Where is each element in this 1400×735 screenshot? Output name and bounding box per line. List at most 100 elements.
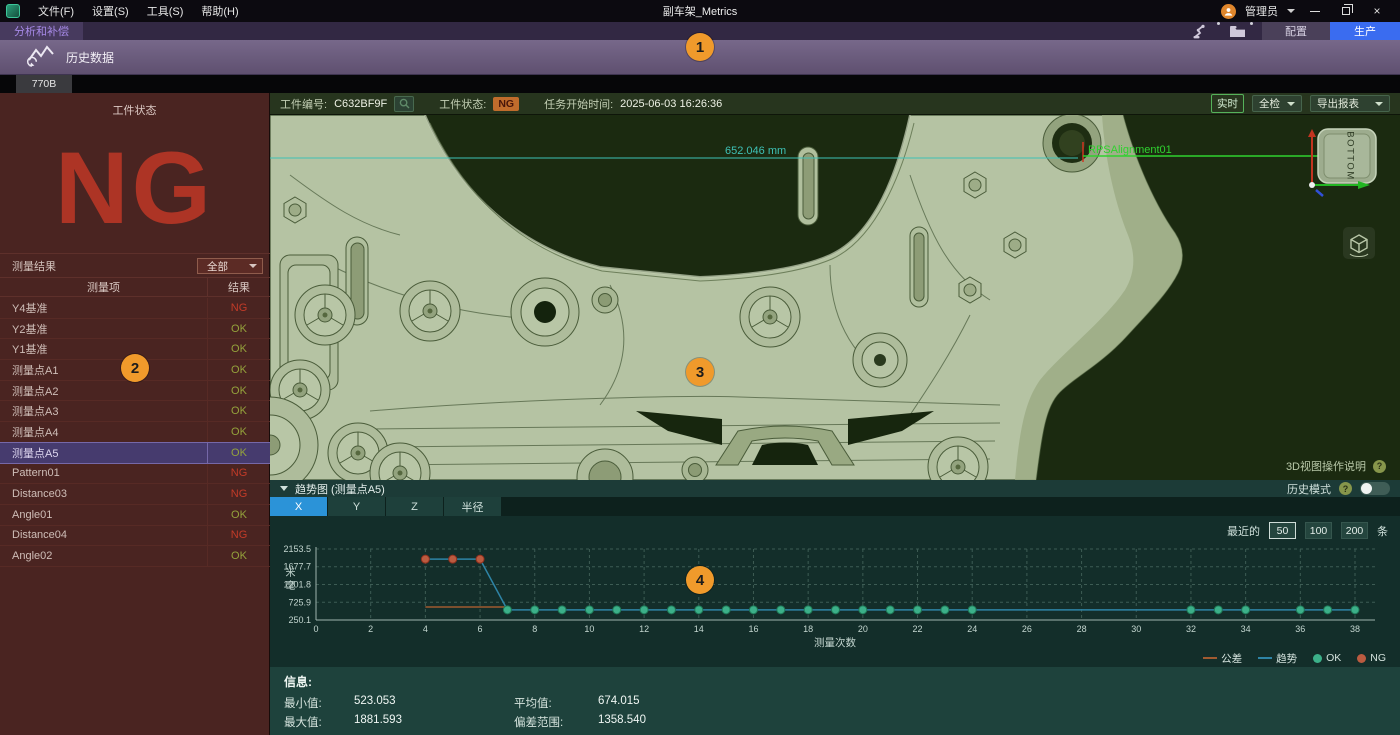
table-header: 测量项 结果 — [0, 277, 270, 297]
robot-arm-icon[interactable] — [1193, 22, 1213, 40]
recent-200-button[interactable]: 200 — [1341, 522, 1368, 539]
help-question-icon[interactable]: ? — [1373, 460, 1386, 473]
legend-item-NG[interactable]: NG — [1357, 652, 1386, 664]
realtime-button[interactable]: 实时 — [1211, 94, 1244, 113]
user-name[interactable]: 管理员 — [1245, 3, 1278, 19]
view-cube-button[interactable] — [1343, 227, 1375, 259]
chevron-down-icon — [1375, 102, 1383, 106]
3d-help-link[interactable]: 3D视图操作说明 — [1286, 458, 1366, 474]
part-tab-770b[interactable]: 770B — [16, 75, 72, 93]
chart-legend: 公差 趋势 OK NG — [270, 649, 1400, 667]
trend-header: 趋势图 (测量点A5) 历史模式 ? — [270, 480, 1400, 497]
svg-text:32: 32 — [1186, 624, 1196, 634]
export-report-dropdown[interactable]: 导出报表 — [1310, 95, 1390, 112]
collapse-icon[interactable] — [280, 486, 288, 491]
result-filter-dropdown[interactable]: 全部 — [197, 258, 263, 274]
svg-text:16: 16 — [748, 624, 758, 634]
user-avatar-icon[interactable] — [1221, 4, 1236, 19]
toggle-knob — [1361, 483, 1372, 494]
filter-bar: 测量结果 全部 — [0, 253, 270, 277]
legend-swatch — [1203, 657, 1217, 659]
table-row[interactable]: Y4基准NG — [0, 298, 270, 319]
inspection-mode-dropdown[interactable]: 全检 — [1252, 95, 1302, 112]
svg-text:2: 2 — [368, 624, 373, 634]
chevron-down-icon — [1287, 102, 1295, 106]
svg-text:28: 28 — [1077, 624, 1087, 634]
min-label: 最小值: — [284, 695, 354, 711]
legend-swatch — [1313, 654, 1322, 663]
table-row[interactable]: 测量点A5OK — [0, 442, 270, 464]
table-row[interactable]: 测量点A4OK — [0, 422, 270, 443]
column-result: 结果 — [208, 279, 270, 295]
measure-table-body: Y4基准NGY2基准OKY1基准OK测量点A1OK测量点A2OK测量点A3OK测… — [0, 298, 270, 567]
start-time-label: 任务开始时间: — [544, 96, 613, 112]
filter-value: 全部 — [207, 259, 228, 274]
menu-item[interactable]: 文件(F) — [29, 1, 83, 21]
trend-tab-半径[interactable]: 半径 — [444, 497, 501, 516]
callout-badge-2: 2 — [121, 354, 149, 382]
table-row[interactable]: Angle01OK — [0, 505, 270, 526]
svg-text:250.1: 250.1 — [288, 615, 311, 625]
svg-text:4: 4 — [423, 624, 428, 634]
banner-label: 历史数据 — [66, 49, 114, 66]
part-status-value: NG — [0, 124, 269, 252]
recent-100-button[interactable]: 100 — [1305, 522, 1332, 539]
svg-text:10: 10 — [584, 624, 594, 634]
history-question-icon[interactable]: ? — [1339, 482, 1352, 495]
recent-50-button[interactable]: 50 — [1269, 522, 1296, 539]
menu-item[interactable]: 设置(S) — [83, 1, 138, 21]
avg-value: 674.015 — [598, 695, 640, 711]
tab-analysis-compensation[interactable]: 分析和补偿 — [0, 22, 83, 40]
svg-text:8: 8 — [532, 624, 537, 634]
table-row[interactable]: Angle02OK — [0, 546, 270, 567]
trend-tab-Z[interactable]: Z — [386, 497, 443, 516]
table-row[interactable]: Distance04NG — [0, 526, 270, 547]
table-row[interactable]: Distance03NG — [0, 484, 270, 505]
config-button[interactable]: 配置 — [1262, 22, 1330, 40]
history-mode-toggle[interactable] — [1360, 482, 1390, 495]
svg-text:38: 38 — [1350, 624, 1360, 634]
vp-status-label: 工件状态: — [439, 96, 486, 112]
search-button[interactable] — [394, 96, 414, 112]
svg-text:22: 22 — [913, 624, 923, 634]
svg-text:0: 0 — [313, 624, 318, 634]
menu-bar-items: 文件(F)设置(S)工具(S)帮助(H) — [29, 1, 248, 21]
menu-item[interactable]: 帮助(H) — [192, 1, 247, 21]
table-row[interactable]: Pattern01NG — [0, 464, 270, 485]
user-caret-icon[interactable] — [1287, 9, 1295, 13]
range-label: 偏差范围: — [514, 714, 598, 730]
min-value: 523.053 — [354, 695, 514, 711]
trend-tab-X[interactable]: X — [270, 497, 327, 516]
trend-tab-Y[interactable]: Y — [328, 497, 385, 516]
table-row[interactable]: Y2基准OK — [0, 319, 270, 340]
close-button[interactable]: × — [1366, 3, 1388, 19]
legend-item-OK[interactable]: OK — [1313, 652, 1341, 664]
svg-text:12: 12 — [639, 624, 649, 634]
table-row[interactable]: 测量点A3OK — [0, 401, 270, 422]
cad-viewport[interactable]: 652.046 mm RPSAlignment01 Y BOTTOM 3D视图操… — [270, 115, 1400, 480]
trend-tabs: XYZ半径 — [270, 497, 1400, 516]
trend-chart: 250.1725.91201.81677.72153.5024681012141… — [270, 545, 1400, 635]
info-panel: 信息: 最小值: 523.053 平均值: 674.015 最大值: 1881.… — [270, 667, 1400, 735]
svg-text:24: 24 — [967, 624, 977, 634]
menu-item[interactable]: 工具(S) — [138, 1, 193, 21]
svg-text:36: 36 — [1295, 624, 1305, 634]
legend-item-公差[interactable]: 公差 — [1203, 651, 1242, 666]
table-row[interactable]: 测量点A2OK — [0, 381, 270, 402]
max-label: 最大值: — [284, 714, 354, 730]
y-axis-name: 米毫 — [281, 567, 296, 593]
title-bar: 文件(F)设置(S)工具(S)帮助(H) 副车架_Metrics 管理员 × — [0, 0, 1400, 22]
start-time-value: 2025-06-03 16:26:36 — [620, 98, 722, 110]
legend-item-趋势[interactable]: 趋势 — [1258, 651, 1297, 666]
column-measure-item: 测量项 — [0, 278, 208, 296]
production-button[interactable]: 生产 — [1330, 22, 1400, 40]
maximize-button[interactable] — [1335, 3, 1357, 19]
cad-model: 652.046 mm RPSAlignment01 Y BOTTOM — [270, 115, 1400, 480]
serial-label: 工件编号: — [280, 96, 327, 112]
folder-icon[interactable] — [1229, 22, 1246, 40]
recent-buttons: 50 100 200 — [1269, 522, 1368, 539]
serial-value: C632BF9F — [334, 98, 387, 110]
view-cube[interactable]: BOTTOM — [1308, 129, 1376, 196]
minimize-button[interactable] — [1304, 3, 1326, 19]
chevron-down-icon — [249, 264, 257, 268]
